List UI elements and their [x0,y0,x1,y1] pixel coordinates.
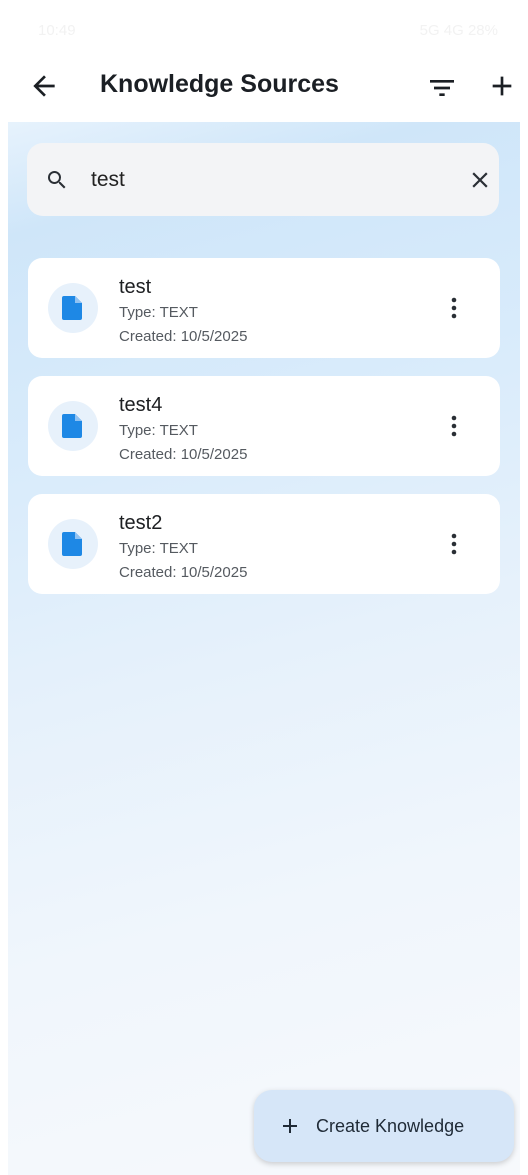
status-indicators: 5G 4G 28% [419,22,498,39]
search-icon [45,168,69,192]
arrow-back-icon [33,75,55,97]
close-icon [472,172,488,188]
list-item[interactable]: test Type: TEXT Created: 10/5/2025 [28,258,500,358]
clear-search-button[interactable] [467,167,493,193]
filter-icon [430,80,454,96]
item-type: Type: TEXT [119,422,198,439]
list-item[interactable]: test4 Type: TEXT Created: 10/5/2025 [28,376,500,476]
search-input[interactable] [91,163,431,197]
document-avatar [48,283,98,333]
add-button[interactable] [486,70,518,102]
status-bar: 10:49 5G 4G 28% [8,0,520,62]
create-knowledge-label: Create Knowledge [316,1116,465,1136]
document-icon [62,414,82,438]
create-knowledge-button[interactable]: Create Knowledge [254,1090,514,1162]
item-name: test2 [119,512,163,534]
plus-icon [492,76,512,96]
app-bar: Knowledge Sources [8,56,520,122]
plus-icon [278,1114,302,1138]
item-name: test4 [119,394,163,416]
item-type: Type: TEXT [119,540,198,557]
more-vert-icon [451,533,457,555]
item-type: Type: TEXT [119,304,198,321]
document-icon [62,296,82,320]
back-button[interactable] [28,70,60,102]
more-vert-icon [451,297,457,319]
item-name: test [119,276,152,298]
more-options-button[interactable] [442,294,466,322]
more-vert-icon [451,415,457,437]
item-created-date: Created: 10/5/2025 [119,446,248,463]
status-time: 10:49 [38,22,76,39]
document-avatar [48,401,98,451]
item-created-date: Created: 10/5/2025 [119,328,248,345]
page-title: Knowledge Sources [100,70,339,98]
item-created-date: Created: 10/5/2025 [119,564,248,581]
search-bar[interactable] [27,143,499,216]
document-avatar [48,519,98,569]
filter-button[interactable] [426,72,458,104]
document-icon [62,532,82,556]
screen: 10:49 5G 4G 28% Knowledge Sources test t… [8,0,520,1175]
list-item[interactable]: test2 Type: TEXT Created: 10/5/2025 [28,494,500,594]
more-options-button[interactable] [442,412,466,440]
more-options-button[interactable] [442,530,466,558]
